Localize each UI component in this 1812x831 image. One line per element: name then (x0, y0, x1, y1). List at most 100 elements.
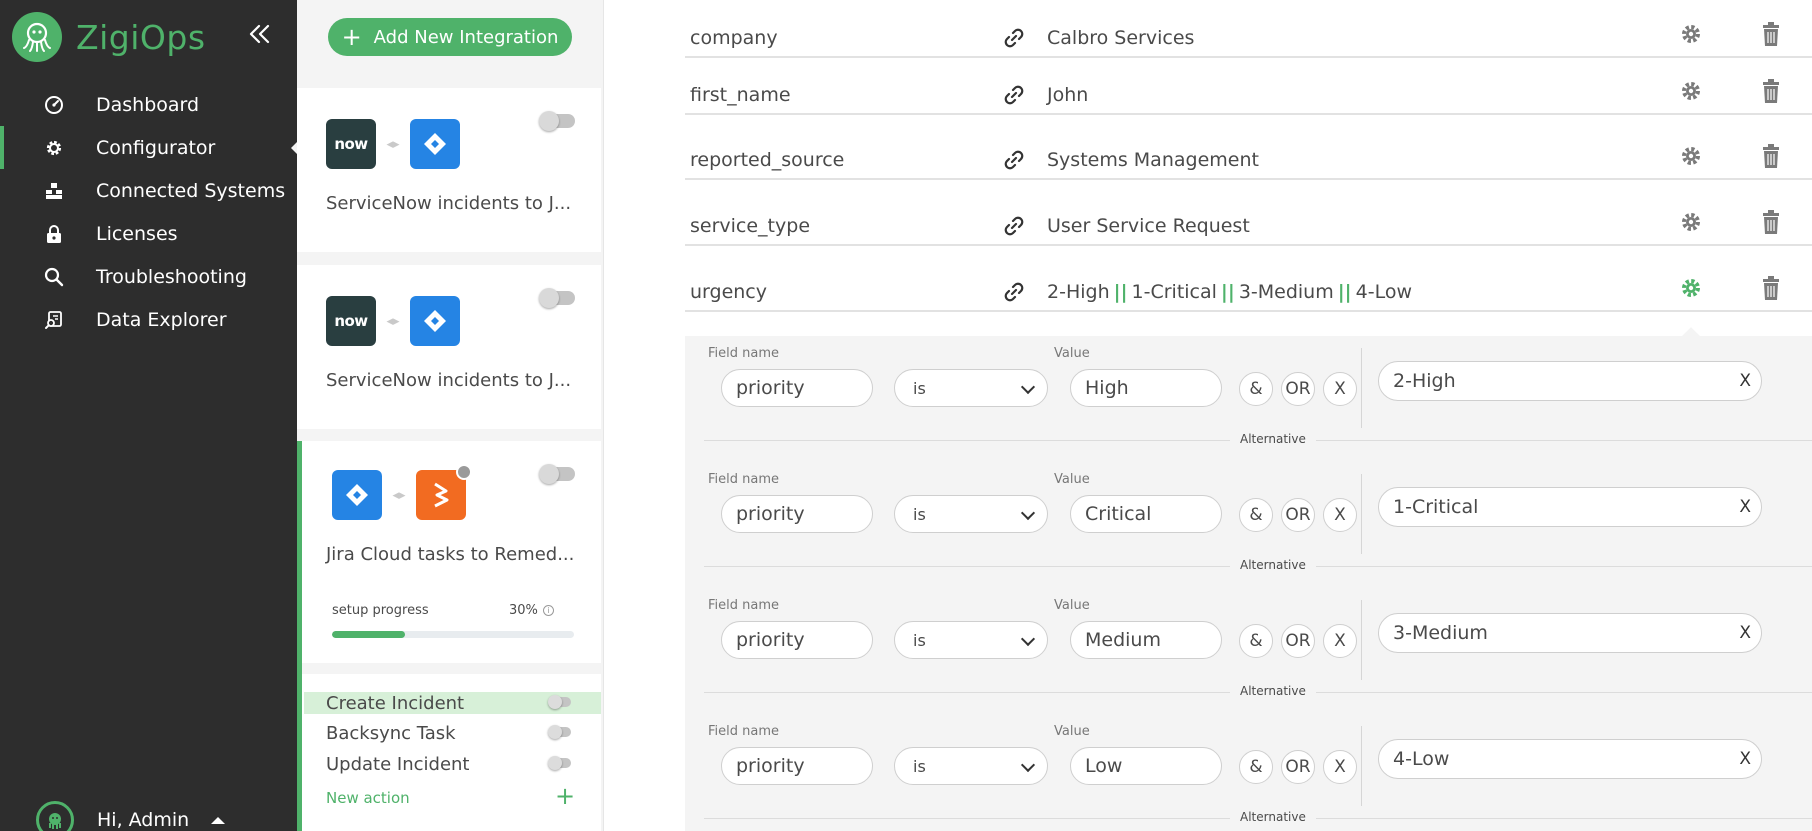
clear-result-button[interactable]: X (1739, 497, 1751, 517)
jira-logo-icon (332, 470, 382, 520)
or-button[interactable]: OR (1281, 372, 1315, 406)
trash-icon[interactable] (1760, 144, 1782, 170)
nav-item-troubleshooting[interactable]: Troubleshooting (0, 255, 297, 298)
gear-icon[interactable] (1679, 144, 1703, 168)
remove-condition-button[interactable]: X (1323, 750, 1357, 784)
clear-result-button[interactable]: X (1739, 749, 1751, 769)
integration-toggle[interactable] (539, 464, 575, 484)
collapse-sidebar-button[interactable] (246, 20, 274, 48)
or-button[interactable]: OR (1281, 498, 1315, 532)
servicenow-logo-icon: now (326, 296, 376, 346)
value-input[interactable]: High (1070, 369, 1222, 407)
action-item-update-incident[interactable]: Update Incident (304, 753, 601, 775)
field-value[interactable]: Systems Management (1047, 149, 1259, 171)
field-name-input[interactable]: priority (721, 621, 873, 659)
octopus-logo-icon (12, 12, 62, 62)
info-icon[interactable]: i (543, 605, 554, 616)
nav-label: Troubleshooting (96, 265, 247, 288)
field-row: service_type User Service Request (685, 188, 1812, 246)
main-nav: Dashboard Configurator Connected Systems… (0, 83, 298, 341)
nav-label: Dashboard (96, 93, 200, 116)
result-value-input[interactable]: 2-High X (1378, 361, 1762, 401)
integration-toggle[interactable] (539, 288, 575, 308)
alternative-label: Alternative (1230, 684, 1316, 698)
double-chevron-left-icon (249, 24, 270, 44)
field-value[interactable]: John (1047, 84, 1088, 106)
result-value-input[interactable]: 1-Critical X (1378, 487, 1762, 527)
integration-toggle[interactable] (539, 111, 575, 131)
remove-condition-button[interactable]: X (1323, 624, 1357, 658)
alternative-label: Alternative (1230, 810, 1316, 824)
action-toggle[interactable] (548, 756, 571, 770)
integration-card[interactable]: now ◂▸ ServiceNow incidents to J... (297, 265, 601, 429)
operator-value: is (913, 504, 926, 524)
and-button[interactable]: & (1239, 498, 1273, 532)
add-action-plus-icon[interactable]: + (555, 782, 575, 810)
clear-result-button[interactable]: X (1739, 371, 1751, 391)
nav-item-dashboard[interactable]: Dashboard (0, 83, 297, 126)
nav-item-configurator[interactable]: Configurator (0, 126, 298, 169)
value-input[interactable]: Low (1070, 747, 1222, 785)
field-name-input[interactable]: priority (721, 495, 873, 533)
clear-result-button[interactable]: X (1739, 623, 1751, 643)
and-button[interactable]: & (1239, 624, 1273, 658)
chevron-down-icon (1020, 631, 1036, 647)
operator-value: is (913, 630, 926, 650)
action-label: Backsync Task (326, 722, 456, 744)
action-item-backsync-task[interactable]: Backsync Task (304, 722, 601, 744)
action-toggle[interactable] (548, 695, 571, 709)
integration-card-selected[interactable]: ◂▸ Jira Cloud tasks to Remed... setup pr… (297, 441, 601, 663)
field-value[interactable]: User Service Request (1047, 215, 1250, 237)
result-value-input[interactable]: 3-Medium X (1378, 613, 1762, 653)
add-integration-button[interactable]: + Add New Integration (328, 18, 572, 56)
gear-icon[interactable] (1679, 79, 1703, 103)
new-action-link[interactable]: New action (326, 789, 410, 807)
value-input[interactable]: Critical (1070, 495, 1222, 533)
field-mapping-panel: company Calbro Services first_name John … (605, 0, 1812, 831)
alternative-label: Alternative (1230, 558, 1316, 572)
field-name-input[interactable]: priority (721, 747, 873, 785)
gear-icon[interactable] (1679, 22, 1703, 46)
app-name: ZigiOps (76, 17, 206, 57)
or-button[interactable]: OR (1281, 750, 1315, 784)
remove-condition-button[interactable]: X (1323, 372, 1357, 406)
value-label: Value (1054, 346, 1090, 361)
bmc-remedy-logo-icon (416, 464, 472, 520)
operator-select[interactable]: is (894, 495, 1048, 533)
gear-icon-active[interactable] (1679, 276, 1703, 300)
servicenow-mark: now (334, 135, 368, 153)
setup-progress-label: setup progress (332, 603, 429, 618)
field-value-conditional[interactable]: 2-High || 1-Critical || 3-Medium || 4-Low (1047, 281, 1412, 303)
or-button[interactable]: OR (1281, 624, 1315, 658)
operator-select[interactable]: is (894, 621, 1048, 659)
nav-label: Connected Systems (96, 179, 286, 202)
and-button[interactable]: & (1239, 372, 1273, 406)
value-input[interactable]: Medium (1070, 621, 1222, 659)
action-toggle[interactable] (548, 725, 571, 739)
field-value[interactable]: Calbro Services (1047, 27, 1194, 49)
operator-select[interactable]: is (894, 369, 1048, 407)
logo[interactable]: ZigiOps (12, 12, 206, 62)
field-name-input[interactable]: priority (721, 369, 873, 407)
remove-condition-button[interactable]: X (1323, 498, 1357, 532)
result-value-input[interactable]: 4-Low X (1378, 739, 1762, 779)
trash-icon[interactable] (1760, 22, 1782, 48)
integration-card[interactable]: now ◂▸ ServiceNow incidents to J... (297, 88, 601, 252)
nav-item-data-explorer[interactable]: Data Explorer (0, 298, 297, 341)
trash-icon[interactable] (1760, 210, 1782, 236)
gear-icon[interactable] (1679, 210, 1703, 234)
lock-icon (43, 223, 65, 245)
and-button[interactable]: & (1239, 750, 1273, 784)
value-label: Value (1054, 724, 1090, 739)
servicenow-mark: now (334, 312, 368, 330)
action-item-create-incident[interactable]: Create Incident (304, 692, 601, 714)
integrations-panel: + Add New Integration now ◂▸ ServiceNow … (297, 0, 604, 831)
toggle-knob (548, 725, 562, 739)
trash-icon[interactable] (1760, 276, 1782, 302)
trash-icon[interactable] (1760, 79, 1782, 105)
nav-item-connected-systems[interactable]: Connected Systems (0, 169, 297, 212)
value-label: Value (1054, 472, 1090, 487)
operator-select[interactable]: is (894, 747, 1048, 785)
user-menu[interactable]: Hi, Admin (36, 801, 226, 831)
nav-item-licenses[interactable]: Licenses (0, 212, 297, 255)
